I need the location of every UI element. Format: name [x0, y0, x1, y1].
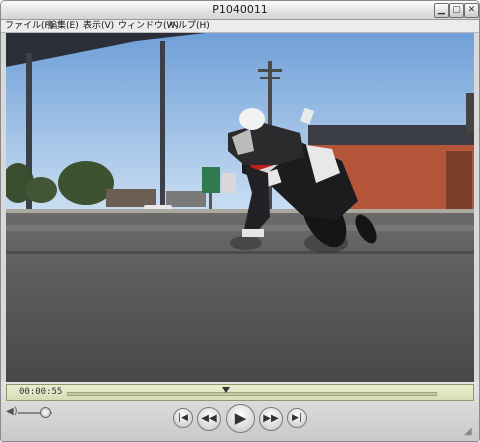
play-button[interactable]: ▶ — [226, 404, 255, 433]
minimize-button[interactable]: ▁ — [434, 3, 449, 18]
video-scene — [6, 33, 474, 382]
menu-file[interactable]: ファイル(F) — [5, 20, 53, 32]
fast-forward-icon: ▶▶ — [263, 413, 279, 424]
rewind-button[interactable]: ◀◀ — [197, 407, 221, 431]
maximize-button[interactable]: ▢ — [449, 3, 464, 18]
close-button[interactable]: ✕ — [464, 3, 479, 18]
skip-forward-icon: ▶| — [292, 413, 302, 423]
player-window: P1040011 ▁ ▢ ✕ ファイル(F) 編集(E) 表示(V) ウィンドウ… — [0, 0, 480, 442]
menu-bar: ファイル(F) 編集(E) 表示(V) ウィンドウ(W) ヘルプ(H) — [1, 20, 479, 33]
current-time: 00:00:55 — [19, 387, 63, 397]
close-icon: ✕ — [467, 5, 476, 15]
menu-view[interactable]: 表示(V) — [83, 20, 114, 32]
minimize-icon: ▁ — [438, 5, 445, 15]
seek-bar[interactable] — [67, 392, 437, 396]
play-icon: ▶ — [234, 409, 247, 427]
title-bar[interactable]: P1040011 ▁ ▢ ✕ — [1, 1, 479, 20]
go-to-start-button[interactable]: |◀ — [173, 408, 193, 428]
skip-back-icon: |◀ — [178, 413, 188, 423]
maximize-icon: ▢ — [452, 5, 461, 15]
fast-forward-button[interactable]: ▶▶ — [259, 407, 283, 431]
volume-slider-knob[interactable] — [40, 407, 52, 418]
time-display: 00:00:55 — [6, 384, 474, 401]
resize-grip-icon[interactable]: ◢ — [464, 426, 476, 438]
playhead-marker[interactable] — [222, 387, 231, 393]
video-frame[interactable] — [6, 33, 474, 382]
rewind-icon: ◀◀ — [201, 413, 217, 424]
window-title: P1040011 — [212, 3, 268, 16]
speaker-icon[interactable]: ◀) — [6, 406, 18, 417]
go-to-end-button[interactable]: ▶| — [287, 408, 307, 428]
menu-edit[interactable]: 編集(E) — [48, 20, 79, 32]
control-bar: 00:00:55 ◀) |◀ ◀◀ ▶ ▶▶ ▶| ◢ — [1, 382, 479, 441]
menu-help[interactable]: ヘルプ(H) — [169, 20, 210, 32]
